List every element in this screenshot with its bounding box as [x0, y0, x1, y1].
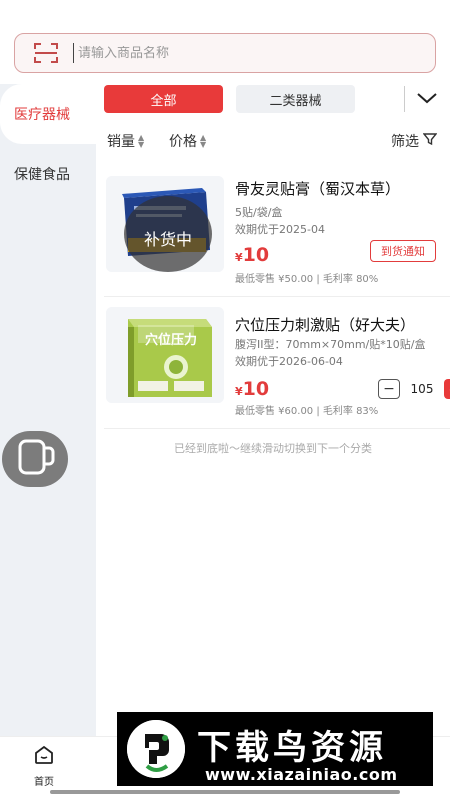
currency-symbol: ¥ — [235, 251, 243, 264]
home-indicator[interactable] — [50, 790, 400, 794]
price-value: 10 — [242, 244, 270, 266]
list-divider — [104, 296, 450, 297]
watermark-url: www.xiazainiao.com — [205, 765, 398, 784]
product-price: ¥10 — [235, 244, 269, 266]
sort-price-label: 价格 — [169, 134, 197, 150]
tabs-expand-button[interactable] — [404, 86, 450, 112]
nav-home[interactable]: 首页 — [24, 745, 64, 789]
sort-by-price[interactable]: 价格 ▲ ▼ — [169, 131, 206, 151]
watermark-title: 下载鸟资源 — [197, 728, 387, 768]
sort-arrows-icon: ▲ ▼ — [138, 133, 145, 149]
product-card[interactable]: 补货中 骨友灵贴膏（蜀汉本草） 5贴/袋/盒 效期优于2025-04 ¥10 到… — [104, 166, 450, 290]
floating-assistant-button[interactable] — [2, 431, 68, 487]
search-caret — [73, 43, 74, 63]
tab-class-two-devices[interactable]: 二类器械 — [236, 85, 355, 113]
sort-sales-label: 销量 — [107, 134, 135, 150]
filter-icon — [422, 132, 438, 150]
filter-label: 筛选 — [391, 134, 419, 150]
currency-symbol: ¥ — [235, 385, 243, 398]
search-bar[interactable] — [14, 33, 436, 73]
cup-icon — [15, 438, 55, 480]
quantity-stepper: − 105 + — [378, 378, 450, 400]
bird-logo-icon — [127, 720, 185, 778]
product-box-label: 穴位压力 — [144, 333, 197, 348]
chevron-down-icon — [416, 90, 438, 109]
category-tabs: 全部 二类器械 — [104, 84, 355, 114]
watermark-banner: 下载鸟资源 www.xiazainiao.com — [117, 712, 433, 786]
product-retail-margin: 最低零售 ¥60.00 | 毛利率 83% — [235, 406, 379, 417]
product-price: ¥10 — [235, 378, 269, 400]
nav-home-label: 首页 — [34, 777, 54, 788]
sidebar-item-label: 保健食品 — [14, 167, 70, 183]
product-image[interactable]: 穴位压力 — [106, 307, 224, 403]
increase-button[interactable]: + — [444, 379, 450, 399]
scan-icon[interactable] — [33, 42, 59, 64]
sort-arrows-icon: ▲ ▼ — [200, 133, 207, 149]
decrease-button[interactable]: − — [378, 379, 400, 399]
filter-button[interactable]: 筛选 — [391, 131, 438, 151]
product-retail-margin: 最低零售 ¥50.00 | 毛利率 80% — [235, 274, 379, 285]
tab-all[interactable]: 全部 — [104, 85, 223, 113]
product-card[interactable]: 穴位压力 穴位压力刺激贴（好大夫） 腹泻II型：70mm×70mm/贴*10贴/… — [104, 300, 450, 424]
product-image[interactable]: 补货中 — [106, 176, 224, 272]
home-icon — [33, 745, 55, 769]
sort-by-sales[interactable]: 销量 ▲ ▼ — [107, 131, 144, 151]
sort-bar: 销量 ▲ ▼ 价格 ▲ ▼ 筛选 — [107, 131, 438, 151]
quantity-value[interactable]: 105 — [400, 382, 444, 396]
sidebar-item-label: 医疗器械 — [14, 107, 70, 123]
restocking-overlay: 补货中 — [143, 230, 192, 249]
restock-notify-button[interactable]: 到货通知 — [370, 240, 436, 262]
list-end-hint: 已经到底啦～继续滑动切换到下一个分类 — [174, 442, 372, 455]
product-title[interactable]: 穴位压力刺激贴（好大夫） — [235, 314, 440, 335]
sidebar-item-medical-devices[interactable]: 医疗器械 — [0, 84, 96, 144]
product-spec: 5贴/袋/盒 — [235, 206, 283, 219]
category-sidebar: 医疗器械 保健食品 — [0, 84, 96, 736]
product-expiry: 效期优于2025-04 — [235, 223, 325, 236]
product-expiry: 效期优于2026-06-04 — [235, 355, 343, 368]
search-input[interactable] — [78, 45, 398, 61]
product-title[interactable]: 骨友灵贴膏（蜀汉本草） — [235, 178, 440, 199]
product-spec: 腹泻II型：70mm×70mm/贴*10贴/盒 — [235, 338, 426, 351]
price-value: 10 — [242, 378, 270, 400]
list-divider — [104, 428, 450, 429]
sidebar-item-health-food[interactable]: 保健食品 — [0, 144, 96, 204]
